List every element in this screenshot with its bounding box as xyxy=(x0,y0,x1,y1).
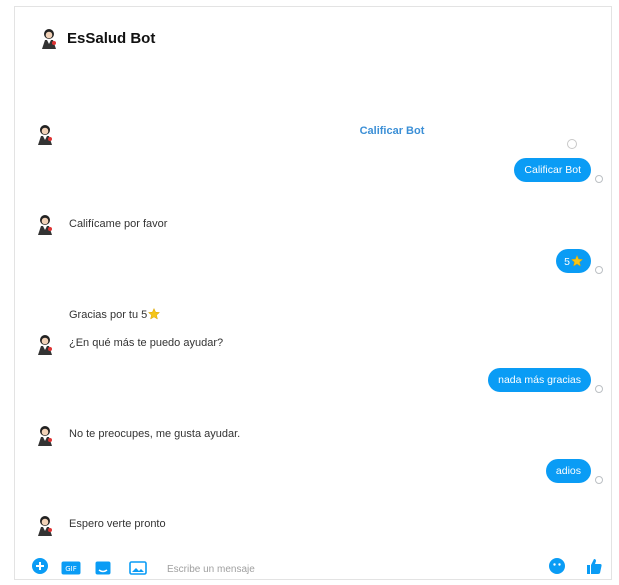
bot-avatar-icon xyxy=(35,213,55,235)
bot-message: Califícame por favor xyxy=(69,218,168,230)
user-message-bubble: Calificar Bot xyxy=(514,158,591,182)
gif-icon[interactable]: GIF xyxy=(61,561,81,575)
delivered-receipt xyxy=(595,476,603,484)
chat-title: EsSalud Bot xyxy=(67,29,156,47)
bot-message: ¿En qué más te puedo ayudar? xyxy=(69,337,224,349)
svg-text:GIF: GIF xyxy=(65,565,77,573)
seen-indicator xyxy=(567,139,577,149)
image-icon[interactable] xyxy=(129,561,147,575)
bot-avatar-icon xyxy=(35,123,55,145)
user-message-bubble: nada más gracias xyxy=(488,368,591,392)
message-input[interactable]: Escribe un mensaje xyxy=(167,564,255,575)
bot-message: No te preocupes, me gusta ayudar. xyxy=(69,428,241,440)
bot-avatar-icon xyxy=(35,333,55,355)
bot-avatar-icon xyxy=(39,27,59,49)
bot-avatar-icon xyxy=(35,424,55,446)
sticker-icon[interactable] xyxy=(95,561,111,575)
delivered-receipt xyxy=(595,175,603,183)
message-composer: GIF Escribe un mensaje xyxy=(15,557,611,579)
star-icon xyxy=(571,255,583,267)
user-message-bubble: 5 xyxy=(556,249,591,273)
bot-message: Espero verte pronto xyxy=(69,518,166,530)
emoji-icon[interactable] xyxy=(548,557,566,575)
plus-icon[interactable] xyxy=(31,557,49,575)
bot-message: Gracias por tu 5 xyxy=(69,308,161,321)
chat-header: EsSalud Bot xyxy=(39,21,155,55)
chat-window: EsSalud Bot Calificar Bot Calificar Bot … xyxy=(14,6,612,580)
delivered-receipt xyxy=(595,266,603,274)
like-icon[interactable] xyxy=(585,557,603,575)
bot-avatar-icon xyxy=(35,514,55,536)
delivered-receipt xyxy=(595,385,603,393)
star-icon xyxy=(148,308,161,320)
rate-bot-link[interactable]: Calificar Bot xyxy=(15,125,611,137)
user-message-bubble: adios xyxy=(545,459,591,483)
